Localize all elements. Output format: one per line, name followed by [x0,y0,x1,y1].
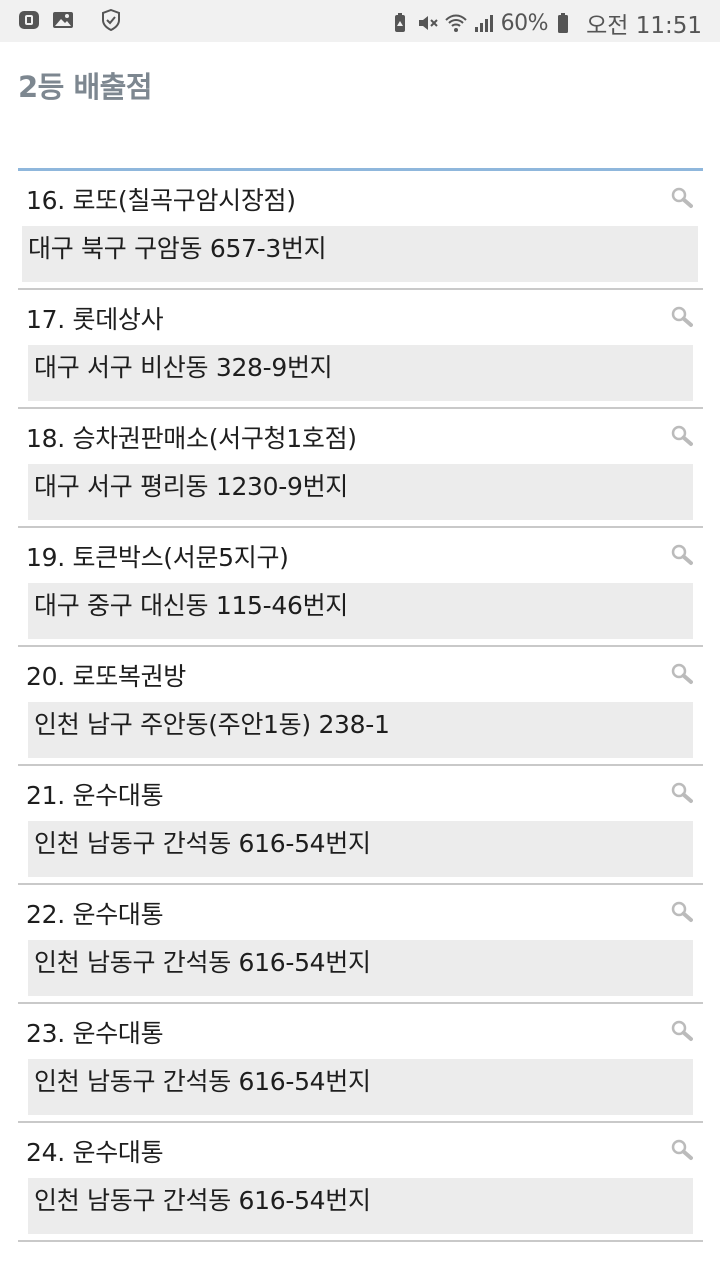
page-title: 2등 배출점 [18,70,153,104]
store-name: 22. 운수대통 [26,900,164,929]
list-item[interactable]: 16. 로또(칠곡구암시장점) 대구 북구 구암동 657-3번지 [18,171,703,290]
store-name: 23. 운수대통 [26,1019,164,1048]
status-bar: 60% 오전 11:51 [0,0,720,42]
battery-saver-icon [389,12,411,34]
list-item[interactable]: 21. 운수대통 인천 남동구 간석동 616-54번지 [18,766,703,885]
store-name: 20. 로또복권방 [26,662,187,691]
store-list: 16. 로또(칠곡구암시장점) 대구 북구 구암동 657-3번지 17. 롯데… [18,168,703,1242]
list-item[interactable]: 19. 토큰박스(서문5지구) 대구 중구 대신동 115-46번지 [18,528,703,647]
store-address: 인천 남동구 간석동 616-54번지 [28,1059,693,1115]
store-address: 대구 서구 평리동 1230-9번지 [28,464,693,520]
store-name: 18. 승차권판매소(서구청1호점) [26,424,357,453]
mute-icon [417,12,439,34]
list-item[interactable]: 18. 승차권판매소(서구청1호점) 대구 서구 평리동 1230-9번지 [18,409,703,528]
search-icon[interactable] [671,663,693,685]
store-name: 19. 토큰박스(서문5지구) [26,543,289,572]
signal-icon [473,12,495,34]
list-item[interactable]: 22. 운수대통 인천 남동구 간석동 616-54번지 [18,885,703,1004]
status-left-icons [18,9,134,31]
wifi-icon [444,12,467,34]
app-notification-icon [18,9,40,31]
search-icon[interactable] [671,425,693,447]
list-item[interactable]: 17. 롯데상사 대구 서구 비산동 328-9번지 [18,290,703,409]
store-name: 24. 운수대통 [26,1138,164,1167]
search-icon[interactable] [671,544,693,566]
store-address: 대구 북구 구암동 657-3번지 [22,226,698,282]
battery-icon [552,12,574,34]
store-address: 인천 남동구 간석동 616-54번지 [28,1178,693,1234]
clock: 오전 11:51 [586,13,702,39]
list-item[interactable]: 20. 로또복권방 인천 남구 주안동(주안1동) 238-1 [18,647,703,766]
battery-percent: 60% [500,10,549,36]
status-right-icons: 60% 오전 11:51 [389,6,702,40]
shield-check-icon [100,9,122,31]
store-name: 16. 로또(칠곡구암시장점) [26,186,296,215]
search-icon[interactable] [671,1139,693,1161]
search-icon[interactable] [671,306,693,328]
store-address: 인천 남구 주안동(주안1동) 238-1 [28,702,693,758]
search-icon[interactable] [671,1020,693,1042]
gallery-icon [52,9,74,31]
store-address: 대구 중구 대신동 115-46번지 [28,583,693,639]
store-address: 인천 남동구 간석동 616-54번지 [28,821,693,877]
search-icon[interactable] [671,187,693,209]
store-name: 21. 운수대통 [26,781,164,810]
search-icon[interactable] [671,901,693,923]
store-address: 대구 서구 비산동 328-9번지 [28,345,693,401]
list-item[interactable]: 24. 운수대통 인천 남동구 간석동 616-54번지 [18,1123,703,1242]
list-item[interactable]: 23. 운수대통 인천 남동구 간석동 616-54번지 [18,1004,703,1123]
store-address: 인천 남동구 간석동 616-54번지 [28,940,693,996]
search-icon[interactable] [671,782,693,804]
store-name: 17. 롯데상사 [26,305,164,334]
